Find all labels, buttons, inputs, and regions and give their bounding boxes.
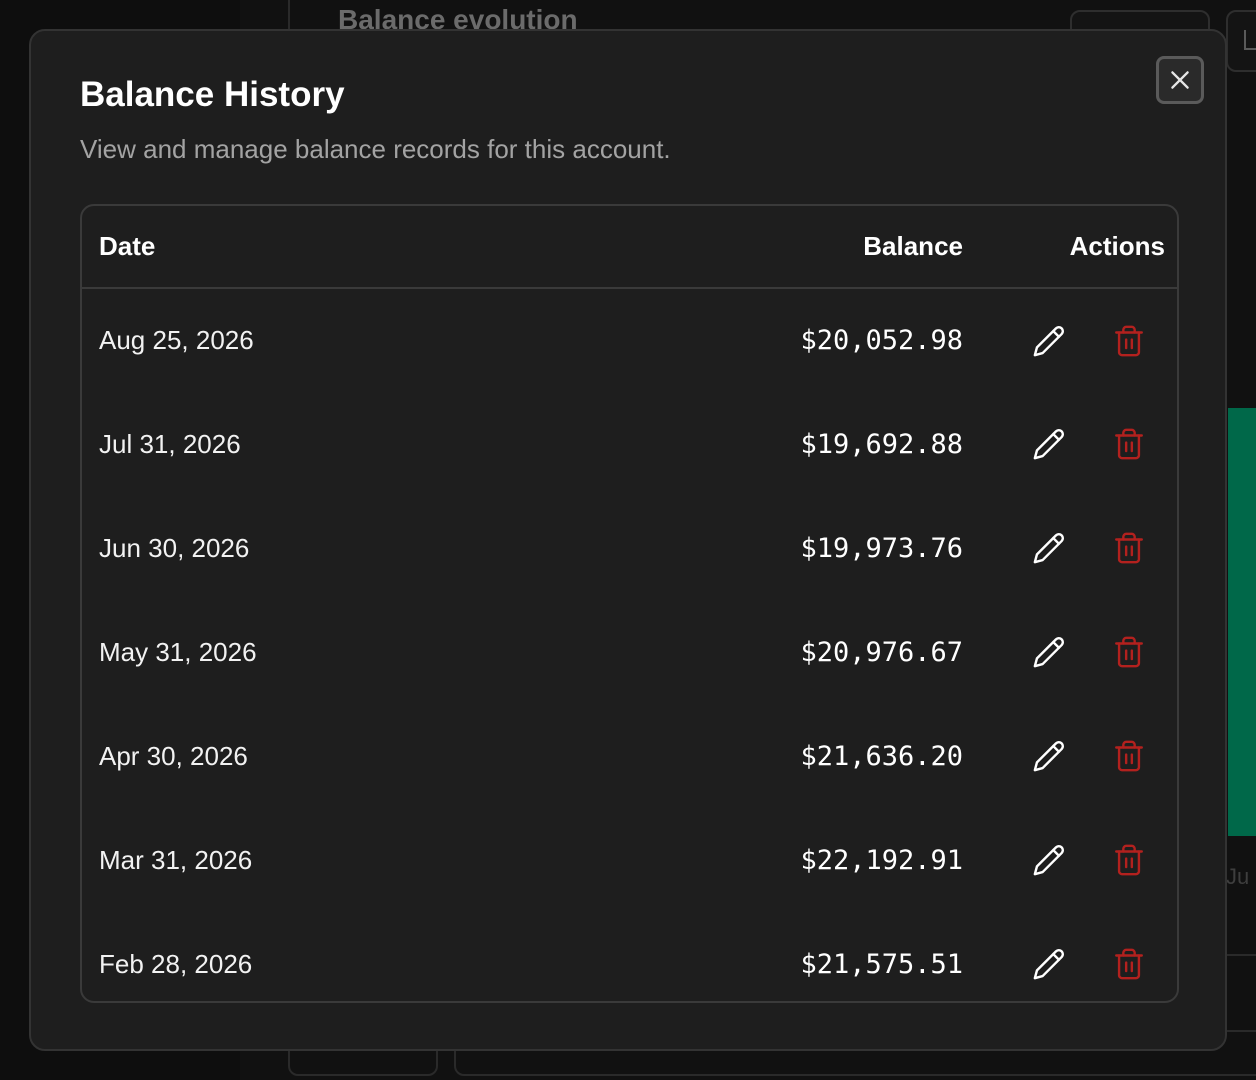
delete-button[interactable] <box>1109 632 1149 672</box>
pencil-icon <box>1033 325 1065 356</box>
delete-button[interactable] <box>1109 528 1149 568</box>
row-date: Jun 30, 2026 <box>99 532 250 563</box>
delete-button[interactable] <box>1109 321 1149 361</box>
trash-icon <box>1115 636 1143 668</box>
header-date: Date <box>99 231 156 261</box>
row-actions <box>979 912 1177 1001</box>
chart-icon <box>1244 30 1256 50</box>
row-balance: $20,976.67 <box>800 636 963 668</box>
pencil-icon <box>1033 532 1065 564</box>
trash-icon <box>1115 532 1143 564</box>
table-row: Jul 31, 2026 $19,692.88 <box>82 392 1177 496</box>
row-date: Feb 28, 2026 <box>99 948 253 979</box>
close-button[interactable] <box>1156 56 1204 104</box>
row-actions <box>979 808 1177 912</box>
trash-icon <box>1115 948 1143 980</box>
trash-icon <box>1115 325 1143 356</box>
row-actions <box>979 704 1177 808</box>
row-date: Mar 31, 2026 <box>99 844 253 875</box>
table-header-row: Date Balance Actions <box>82 206 1177 288</box>
row-balance: $21,575.51 <box>800 948 963 980</box>
row-balance: $21,636.20 <box>800 740 963 772</box>
background-divider <box>288 0 290 30</box>
table-row: Feb 28, 2026 $21,575.51 <box>82 912 1177 1001</box>
table-row: Mar 31, 2026 $22,192.91 <box>82 808 1177 912</box>
pencil-icon <box>1033 948 1065 980</box>
background-axis-label: Ju <box>1226 864 1250 889</box>
background-divider-line <box>1226 954 1256 956</box>
row-balance: $22,192.91 <box>800 844 963 876</box>
row-actions <box>979 600 1177 704</box>
edit-button[interactable] <box>1029 840 1069 880</box>
dialog-title: Balance History <box>80 75 345 114</box>
table-row: Jun 30, 2026 $19,973.76 <box>82 496 1177 600</box>
row-date: May 31, 2026 <box>99 636 257 667</box>
pencil-icon <box>1033 844 1065 876</box>
pencil-icon <box>1033 428 1065 460</box>
delete-button[interactable] <box>1109 840 1149 880</box>
row-balance: $19,692.88 <box>800 428 963 460</box>
header-actions: Actions <box>1069 231 1165 261</box>
edit-button[interactable] <box>1029 321 1069 361</box>
row-balance: $20,052.98 <box>800 325 963 356</box>
balance-history-dialog: Balance History View and manage balance … <box>29 29 1227 1051</box>
edit-button[interactable] <box>1029 424 1069 464</box>
pencil-icon <box>1033 636 1065 668</box>
row-actions <box>979 496 1177 600</box>
header-balance: Balance <box>863 231 963 261</box>
table-row: May 31, 2026 $20,976.67 <box>82 600 1177 704</box>
delete-button[interactable] <box>1109 736 1149 776</box>
edit-button[interactable] <box>1029 736 1069 776</box>
row-date: Aug 25, 2026 <box>99 325 254 355</box>
row-date: Apr 30, 2026 <box>99 740 248 771</box>
dialog-description: View and manage balance records for this… <box>80 134 671 164</box>
row-balance: $19,973.76 <box>800 532 963 564</box>
background-chart-bar <box>1228 408 1256 836</box>
row-actions <box>979 288 1177 392</box>
delete-button[interactable] <box>1109 944 1149 984</box>
edit-button[interactable] <box>1029 528 1069 568</box>
edit-button[interactable] <box>1029 632 1069 672</box>
table-row: Apr 30, 2026 $21,636.20 <box>82 704 1177 808</box>
trash-icon <box>1115 844 1143 876</box>
row-actions <box>979 392 1177 496</box>
table-row: Aug 25, 2026 $20,052.98 <box>82 288 1177 392</box>
row-date: Jul 31, 2026 <box>99 428 241 459</box>
delete-button[interactable] <box>1109 424 1149 464</box>
trash-icon <box>1115 428 1143 460</box>
close-icon <box>1171 71 1189 89</box>
trash-icon <box>1115 740 1143 772</box>
balance-table: Date Balance Actions Aug 25, 2026 $20,05… <box>80 204 1179 1003</box>
edit-button[interactable] <box>1029 944 1069 984</box>
pencil-icon <box>1033 740 1065 772</box>
